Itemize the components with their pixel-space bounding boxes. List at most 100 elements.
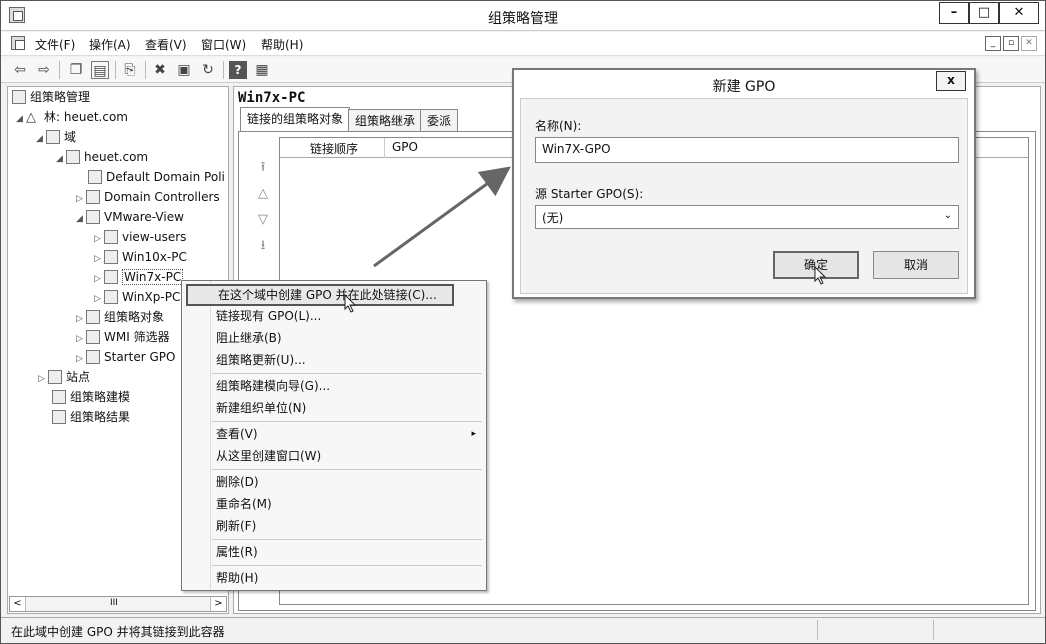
collapse-icon[interactable]: ◢ xyxy=(36,129,46,149)
dialog-body: 名称(N): Win7X-GPO 源 Starter GPO(S): (无) ⌄… xyxy=(520,98,968,294)
expand-icon[interactable]: ▷ xyxy=(94,289,104,309)
tab-gp-inheritance[interactable]: 组策略继承 xyxy=(348,109,423,131)
expand-icon[interactable]: ▷ xyxy=(76,349,86,369)
tree-item-gpo-objects[interactable]: ▷ 组策略对象 xyxy=(76,307,164,327)
menu-item-gp-update[interactable]: 组策略更新(U)... xyxy=(216,350,306,370)
modeling-icon xyxy=(52,389,66,404)
mouse-cursor-icon xyxy=(814,266,827,285)
back-icon[interactable]: ⇦ xyxy=(11,61,29,79)
tree-label: 域 xyxy=(64,130,77,144)
wmi-filter-icon xyxy=(86,329,100,344)
menu-item-block-inheritance[interactable]: 阻止继承(B) xyxy=(216,328,282,348)
menu-item-rename[interactable]: 重命名(M) xyxy=(216,494,272,514)
column-gpo[interactable]: GPO xyxy=(392,140,418,154)
menu-item-link-existing-gpo[interactable]: 链接现有 GPO(L)... xyxy=(216,306,321,326)
tree-item-forest[interactable]: ◢ 林: heuet.com xyxy=(16,107,128,127)
scroll-thumb-grip[interactable]: III xyxy=(110,598,118,608)
tree-item-starter-gpo[interactable]: ▷ Starter GPO xyxy=(76,347,175,367)
cancel-button[interactable]: 取消 xyxy=(873,251,959,279)
move-up-icon[interactable]: △ xyxy=(253,184,273,204)
menu-item-refresh[interactable]: 刷新(F) xyxy=(216,516,256,536)
tree-item-vmware-view[interactable]: ◢ VMware-View xyxy=(76,207,184,227)
tree-item-default-domain-policy[interactable]: Default Domain Poli xyxy=(88,167,225,187)
tree-item-sites[interactable]: ▷ 站点 xyxy=(38,367,90,387)
collapse-icon[interactable]: ◢ xyxy=(76,209,86,229)
scroll-left-arrow-icon[interactable]: < xyxy=(10,597,26,611)
expand-icon[interactable]: ▷ xyxy=(76,329,86,349)
forward-icon[interactable]: ⇨ xyxy=(35,61,53,79)
tree-item-win7x-pc[interactable]: ▷ Win7x-PC xyxy=(94,267,184,289)
forest-icon xyxy=(26,110,40,124)
expand-icon[interactable]: ▷ xyxy=(94,229,104,249)
chevron-down-icon: ⌄ xyxy=(943,210,952,221)
tree-item-domain[interactable]: ◢ heuet.com xyxy=(56,147,148,167)
menu-action[interactable]: 操作(A) xyxy=(89,36,131,53)
up-folder-icon[interactable]: ❐ xyxy=(67,61,85,79)
gpo-name-input[interactable]: Win7X-GPO xyxy=(535,137,959,163)
menu-item-help[interactable]: 帮助(H) xyxy=(216,568,258,588)
copy-icon[interactable]: ⎘ xyxy=(121,61,139,79)
tree-label: 林: heuet.com xyxy=(44,110,128,124)
menu-item-new-ou[interactable]: 新建组织单位(N) xyxy=(216,398,306,418)
collapse-icon[interactable]: ◢ xyxy=(56,149,66,169)
column-separator[interactable] xyxy=(384,138,385,158)
mdi-minimize-button[interactable]: _ xyxy=(985,36,1001,51)
tab-linked-gpos[interactable]: 链接的组策略对象 xyxy=(240,107,351,131)
column-link-order[interactable]: 链接顺序 xyxy=(310,140,358,157)
menu-item-delete[interactable]: 删除(D) xyxy=(216,472,259,492)
scroll-right-arrow-icon[interactable]: > xyxy=(210,597,226,611)
expand-icon[interactable]: ▷ xyxy=(94,249,104,269)
menu-view[interactable]: 查看(V) xyxy=(145,36,187,53)
move-bottom-icon[interactable]: ⭳ xyxy=(253,236,273,256)
move-down-icon[interactable]: ▽ xyxy=(253,210,273,230)
menu-separator xyxy=(212,373,482,374)
help-icon[interactable]: ? xyxy=(229,61,247,79)
tree-label: WMI 筛选器 xyxy=(104,330,170,344)
menu-item-view[interactable]: 查看(V) xyxy=(216,424,258,444)
tree-item-gpmc-root[interactable]: 组策略管理 xyxy=(12,87,90,107)
tree-horizontal-scrollbar[interactable]: < III > xyxy=(9,596,227,612)
expand-icon[interactable]: ▷ xyxy=(94,269,104,289)
console-tree-icon[interactable]: ▦ xyxy=(253,61,271,79)
mdi-close-button[interactable]: ✕ xyxy=(1021,36,1037,51)
tree-label: Default Domain Poli xyxy=(106,170,225,184)
expand-icon[interactable]: ▷ xyxy=(76,189,86,209)
tree-item-view-users[interactable]: ▷ view-users xyxy=(94,227,186,247)
gpo-name-label: 名称(N): xyxy=(535,119,582,133)
refresh-icon[interactable]: ↻ xyxy=(199,61,217,79)
console-icon[interactable] xyxy=(11,36,25,50)
menu-window[interactable]: 窗口(W) xyxy=(201,36,246,53)
menu-item-new-window[interactable]: 从这里创建窗口(W) xyxy=(216,446,321,466)
delete-icon[interactable]: ✖ xyxy=(151,61,169,79)
menu-item-modeling-wizard[interactable]: 组策略建模向导(G)... xyxy=(216,376,330,396)
mdi-restore-button[interactable]: ▫ xyxy=(1003,36,1019,51)
menu-item-create-and-link-gpo[interactable]: 在这个域中创建 GPO 并在此处链接(C)... xyxy=(186,284,454,306)
ou-icon xyxy=(104,249,118,264)
menu-separator xyxy=(212,565,482,566)
collapse-icon[interactable]: ◢ xyxy=(16,109,26,129)
properties-icon[interactable]: ▣ xyxy=(175,61,193,79)
show-hide-tree-icon[interactable]: ▤ xyxy=(91,61,109,79)
tree-item-winxp-pc[interactable]: ▷ WinXp-PC xyxy=(94,287,180,307)
tree-item-wmi-filters[interactable]: ▷ WMI 筛选器 xyxy=(76,327,170,347)
tree-label: Win10x-PC xyxy=(122,250,187,264)
tab-delegation[interactable]: 委派 xyxy=(420,109,459,131)
toolbar-separator xyxy=(115,61,116,79)
maximize-button[interactable]: □ xyxy=(969,2,999,24)
dialog-close-button[interactable]: x xyxy=(936,71,966,91)
menu-help[interactable]: 帮助(H) xyxy=(261,36,303,53)
minimize-button[interactable]: – xyxy=(939,2,969,24)
tree-item-domain-controllers[interactable]: ▷ Domain Controllers xyxy=(76,187,220,207)
expand-icon[interactable]: ▷ xyxy=(38,369,48,389)
menu-file[interactable]: 文件(F) xyxy=(35,36,75,53)
tree-item-gp-modeling[interactable]: 组策略建模 xyxy=(52,387,130,407)
close-button[interactable]: ✕ xyxy=(999,2,1039,24)
starter-gpo-select[interactable]: (无) ⌄ xyxy=(535,205,959,229)
menu-item-properties[interactable]: 属性(R) xyxy=(216,542,258,562)
tree-item-domains[interactable]: ◢ 域 xyxy=(36,127,76,147)
move-top-icon[interactable]: ⭱ xyxy=(253,158,273,178)
selected-container-title: Win7x-PC xyxy=(238,90,306,106)
tree-item-gp-results[interactable]: 组策略结果 xyxy=(52,407,130,427)
tree-item-win10x-pc[interactable]: ▷ Win10x-PC xyxy=(94,247,187,267)
expand-icon[interactable]: ▷ xyxy=(76,309,86,329)
